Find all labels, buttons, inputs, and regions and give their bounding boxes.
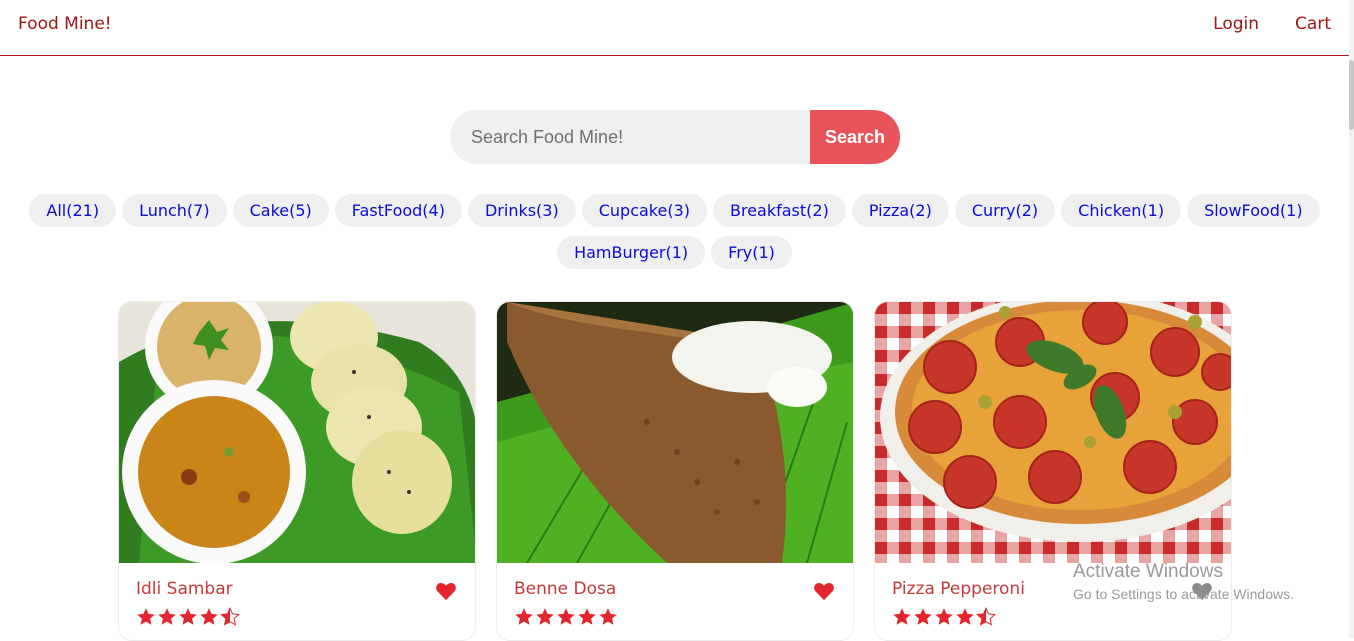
food-card[interactable]: Idli Sambar bbox=[118, 301, 476, 641]
star-full-icon bbox=[956, 608, 974, 625]
watermark-subtitle: Go to Settings to activate Windows. bbox=[1073, 586, 1294, 602]
windows-activation-watermark: Activate Windows Go to Settings to activ… bbox=[1073, 561, 1294, 602]
tag-chip[interactable]: Chicken(1) bbox=[1061, 194, 1182, 227]
idli-sambar-image[interactable] bbox=[119, 302, 475, 563]
tag-chip[interactable]: Pizza(2) bbox=[851, 194, 949, 227]
idli-sambar-photo-icon bbox=[119, 302, 475, 563]
tag-chip[interactable]: HamBurger(1) bbox=[557, 236, 706, 269]
favorite-heart-icon[interactable] bbox=[813, 581, 835, 601]
tag-chip[interactable]: Drinks(3) bbox=[467, 194, 576, 227]
benne-dosa-image[interactable] bbox=[497, 302, 853, 563]
star-full-icon bbox=[557, 608, 575, 625]
star-full-icon bbox=[914, 608, 932, 625]
food-name[interactable]: Idli Sambar bbox=[136, 579, 233, 599]
star-full-icon bbox=[935, 608, 953, 625]
tag-chip[interactable]: FastFood(4) bbox=[334, 194, 462, 227]
tag-chip[interactable]: Breakfast(2) bbox=[713, 194, 846, 227]
cart-link[interactable]: Cart bbox=[1295, 14, 1331, 34]
star-full-icon bbox=[893, 608, 911, 625]
login-link[interactable]: Login bbox=[1213, 14, 1259, 34]
star-full-icon bbox=[599, 608, 617, 625]
page-scrollbar[interactable] bbox=[1349, 0, 1354, 638]
star-full-icon bbox=[578, 608, 596, 625]
tag-chip[interactable]: All(21) bbox=[29, 194, 117, 227]
header-nav: Login Cart bbox=[1213, 14, 1331, 34]
search-input[interactable] bbox=[450, 110, 810, 164]
food-name[interactable]: Benne Dosa bbox=[514, 579, 616, 599]
tag-list: All(21) Lunch(7) Cake(5) FastFood(4) Drinks(… bbox=[0, 194, 1349, 269]
benne-dosa-photo-icon bbox=[497, 302, 853, 563]
tag-chip[interactable]: Fry(1) bbox=[711, 236, 792, 269]
star-full-icon bbox=[158, 608, 176, 625]
star-full-icon bbox=[536, 608, 554, 625]
tag-chip[interactable]: Curry(2) bbox=[954, 194, 1056, 227]
tag-chip[interactable]: Lunch(7) bbox=[122, 194, 227, 227]
tag-chip[interactable]: Cake(5) bbox=[232, 194, 329, 227]
star-full-icon bbox=[200, 608, 218, 625]
watermark-title: Activate Windows bbox=[1073, 561, 1223, 582]
star-rating bbox=[892, 607, 996, 627]
favorite-heart-icon[interactable] bbox=[435, 581, 457, 601]
search-bar: Search bbox=[450, 110, 900, 164]
star-half-icon bbox=[976, 607, 996, 626]
search-button[interactable]: Search bbox=[810, 110, 900, 164]
pizza-pepperoni-photo-icon bbox=[875, 302, 1231, 563]
star-rating bbox=[514, 607, 618, 627]
star-full-icon bbox=[179, 608, 197, 625]
scrollbar-thumb[interactable] bbox=[1349, 60, 1354, 130]
food-name[interactable]: Pizza Pepperoni bbox=[892, 579, 1025, 599]
logo-link[interactable]: Food Mine! bbox=[18, 14, 112, 34]
star-rating bbox=[136, 607, 240, 627]
tag-chip[interactable]: SlowFood(1) bbox=[1187, 194, 1320, 227]
top-navbar: Food Mine! Login Cart bbox=[0, 0, 1349, 56]
star-half-icon bbox=[220, 607, 240, 626]
food-card[interactable]: Benne Dosa bbox=[496, 301, 854, 641]
star-full-icon bbox=[515, 608, 533, 625]
food-list: Idli Sambar Benne Dosa Pizza Pepperoni bbox=[118, 301, 1232, 641]
star-full-icon bbox=[137, 608, 155, 625]
tag-chip[interactable]: Cupcake(3) bbox=[581, 194, 707, 227]
pizza-pepperoni-image[interactable] bbox=[875, 302, 1231, 563]
